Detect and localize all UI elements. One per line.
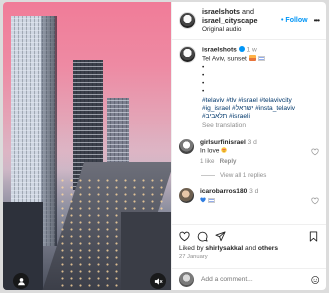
tag-people-button[interactable] <box>13 273 29 289</box>
caption: israelshots 1 w Tel Aviv, sunset • • • •… <box>202 46 295 130</box>
post-modal: israelshots and israel_cityscape Origina… <box>3 2 326 290</box>
hashtags-line[interactable]: #telaviv #tlv #israel #telavivcity <box>202 97 292 104</box>
likes-summary: Liked by shirlysakkal and others <box>179 245 319 252</box>
caption-username[interactable]: israelshots <box>202 47 237 54</box>
liked-by-others[interactable]: others <box>258 245 278 252</box>
smiley-icon[interactable] <box>310 275 319 285</box>
heart-icon[interactable] <box>311 148 319 156</box>
heart-icon[interactable] <box>179 231 190 242</box>
comment-time: 3 d <box>247 138 257 146</box>
comment-time: 3 d <box>249 188 259 196</box>
caption-bullet: • <box>202 63 205 71</box>
comment-body: icarobarros180 3 d <box>200 188 258 205</box>
verified-badge-icon <box>238 46 245 52</box>
post-actions: Liked by shirlysakkal and others 27 Janu… <box>172 224 326 260</box>
and-text: and <box>241 7 254 16</box>
speaker-muted-icon <box>154 277 163 285</box>
see-translation-link[interactable]: See translation <box>202 122 246 129</box>
caption-text: Tel Aviv, sunset <box>202 55 247 63</box>
comment-meta: 1 like Reply <box>200 158 257 166</box>
commenter-avatar[interactable] <box>179 138 194 154</box>
israel-flag-icon <box>207 197 215 203</box>
hashtags-line[interactable]: #ig_israel #ישראל #insta_telaviv <box>202 105 295 112</box>
hashtags-line[interactable]: #תלאביב #israeli <box>202 113 250 120</box>
add-comment-bar <box>172 268 326 290</box>
author-names: israelshots and israel_cityscape Origina… <box>202 7 258 34</box>
comment-item: icarobarros180 3 d <box>179 188 319 205</box>
follow-button[interactable]: • Follow <box>281 17 308 24</box>
sunset-emoji-icon <box>248 54 256 61</box>
collab-username[interactable]: israel_cityscape <box>202 16 258 25</box>
replies-divider <box>201 175 215 177</box>
caption-row: israelshots 1 w Tel Aviv, sunset • • • •… <box>179 46 319 130</box>
caption-bullet: • <box>202 71 205 79</box>
reel-media[interactable] <box>3 2 171 290</box>
send-icon[interactable] <box>215 231 226 242</box>
mute-button[interactable] <box>150 273 166 289</box>
post-side-panel: israelshots and israel_cityscape Origina… <box>171 2 326 290</box>
liked-by-user[interactable]: shirlysakkal <box>205 245 243 252</box>
author-avatar[interactable] <box>179 12 196 29</box>
comments-scroll[interactable]: israelshots 1 w Tel Aviv, sunset • • • •… <box>172 40 326 237</box>
comment-item: girlsurfinisrael 3 d In love 1 like Repl… <box>179 138 319 166</box>
audio-label[interactable]: Original audio <box>202 25 258 34</box>
comment-username[interactable]: icarobarros180 <box>200 188 247 195</box>
comment-text: In love <box>200 147 220 155</box>
comment-body: girlsurfinisrael 3 d In love 1 like Repl… <box>200 139 257 166</box>
action-icons <box>179 228 319 245</box>
caption-avatar[interactable] <box>179 46 196 63</box>
blue-heart-emoji-icon <box>200 197 206 203</box>
far-building <box>107 98 129 168</box>
comment-emojis <box>200 197 215 206</box>
bookmark-icon[interactable] <box>308 231 319 242</box>
likes-and: and <box>245 245 257 252</box>
comment-username[interactable]: girlsurfinisrael <box>200 139 246 146</box>
reply-button[interactable]: Reply <box>220 158 237 165</box>
caption-bullet: • <box>202 80 205 88</box>
liked-by-label: Liked by <box>179 245 204 252</box>
tower-shadow <box>41 16 57 246</box>
caption-time: 1 w <box>246 46 257 54</box>
more-options-icon[interactable]: ••• <box>314 16 320 25</box>
current-user-avatar <box>179 272 194 287</box>
post-date: 27 January <box>179 254 208 260</box>
heart-eyes-emoji-icon <box>221 147 228 154</box>
post-header: israelshots and israel_cityscape Origina… <box>172 2 326 40</box>
view-replies[interactable]: View all 1 replies <box>201 172 319 179</box>
heart-icon[interactable] <box>311 197 319 205</box>
israel-flag-icon <box>257 55 265 61</box>
commenter-avatar[interactable] <box>179 188 194 204</box>
add-comment-input[interactable] <box>201 276 311 283</box>
comment-icon[interactable] <box>197 231 208 242</box>
comment-likes[interactable]: 1 like <box>200 158 214 165</box>
author-username[interactable]: israelshots <box>202 7 240 16</box>
view-replies-label[interactable]: View all 1 replies <box>220 172 266 179</box>
caption-bullet: • <box>202 88 205 96</box>
person-tag-icon <box>17 277 25 285</box>
